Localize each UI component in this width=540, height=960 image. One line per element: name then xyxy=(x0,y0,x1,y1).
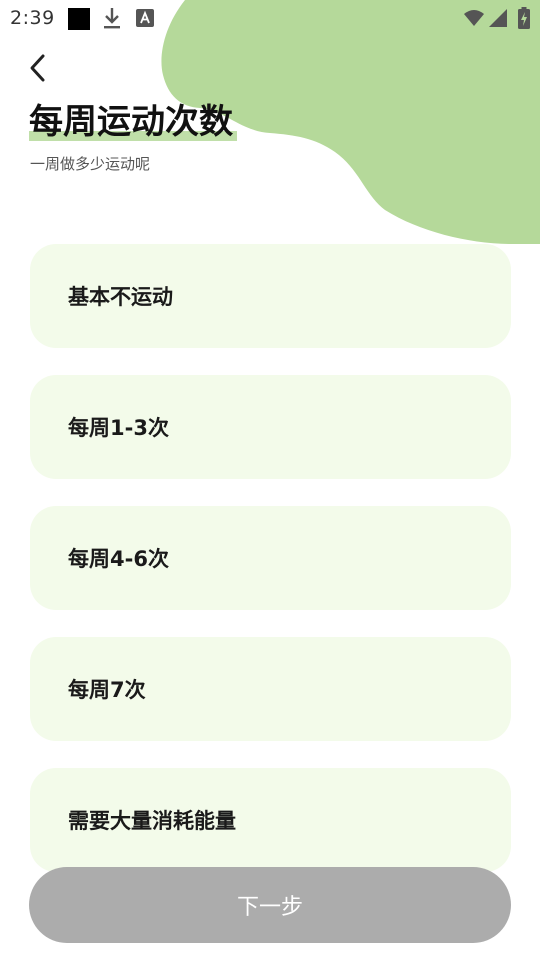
option-high-energy[interactable]: 需要大量消耗能量 xyxy=(30,768,511,872)
download-icon xyxy=(104,8,120,29)
option-7-times[interactable]: 每周7次 xyxy=(30,637,511,741)
battery-charging-icon xyxy=(518,7,530,29)
frequency-options-list: 基本不运动 每周1-3次 每周4-6次 每周7次 需要大量消耗能量 xyxy=(30,244,511,899)
option-no-exercise[interactable]: 基本不运动 xyxy=(30,244,511,348)
chevron-left-icon xyxy=(30,54,45,82)
next-button[interactable]: 下一步 xyxy=(29,867,511,943)
signal-icon xyxy=(489,9,507,27)
back-button[interactable] xyxy=(18,48,58,88)
page-title: 每周运动次数 xyxy=(29,102,233,142)
wifi-icon xyxy=(464,10,484,26)
option-1-3-times[interactable]: 每周1-3次 xyxy=(30,375,511,479)
option-4-6-times[interactable]: 每周4-6次 xyxy=(30,506,511,610)
page-subtitle: 一周做多少运动呢 xyxy=(30,155,151,173)
status-bar: 2:39 xyxy=(0,0,540,36)
a-badge-icon xyxy=(136,9,154,27)
status-time: 2:39 xyxy=(10,7,55,29)
notification-square-icon xyxy=(68,8,90,30)
